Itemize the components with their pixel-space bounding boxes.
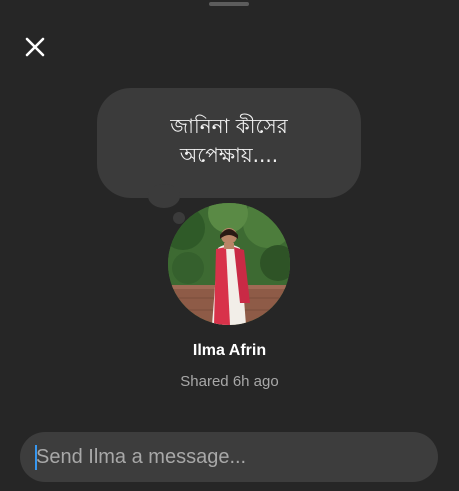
- drag-handle[interactable]: [209, 2, 249, 6]
- shared-timestamp: Shared 6h ago: [180, 373, 279, 390]
- message-composer[interactable]: [20, 432, 438, 482]
- note-reply-sheet: জানিনা কীসের অপেক্ষায়.... Ilma Afrin Sh…: [0, 0, 459, 491]
- close-icon: [25, 37, 45, 57]
- note-bubble-tail: [148, 184, 180, 208]
- note-text: জানিনা কীসের অপেক্ষায়....: [170, 114, 288, 167]
- message-input[interactable]: [36, 437, 416, 477]
- avatar[interactable]: [168, 203, 290, 325]
- close-button[interactable]: [20, 32, 50, 62]
- note-bubble: জানিনা কীসের অপেক্ষায়....: [97, 88, 361, 198]
- avatar-photo: [168, 203, 290, 325]
- profile-username[interactable]: Ilma Afrin: [0, 342, 459, 360]
- text-caret: [35, 445, 37, 470]
